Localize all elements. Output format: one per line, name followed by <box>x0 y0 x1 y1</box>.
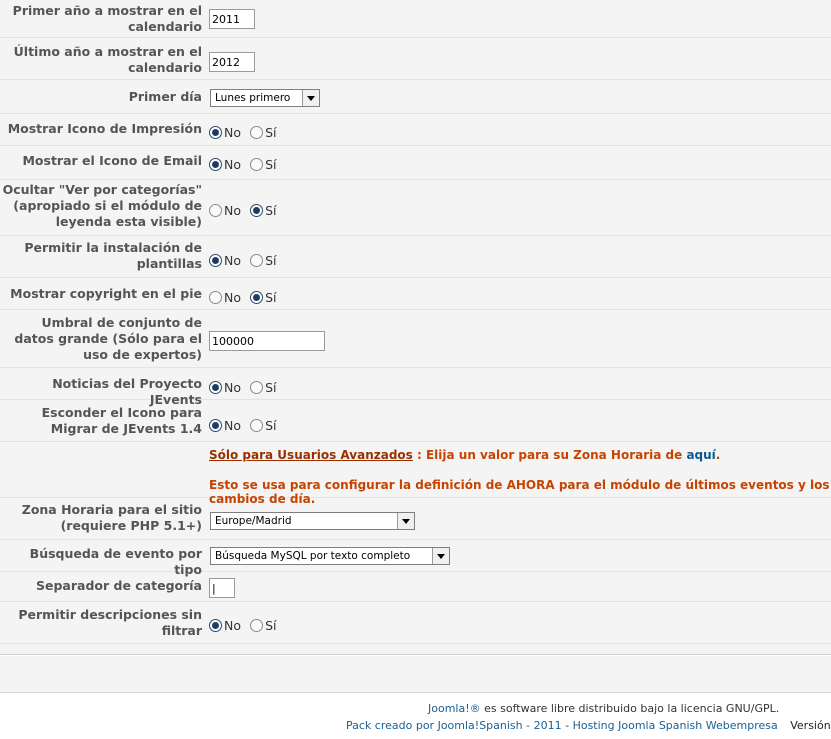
row-print-icon: Mostrar Icono de Impresión No Sí <box>0 114 831 146</box>
unfiltered-desc-label: Permitir descripciones sin filtrar <box>18 607 202 638</box>
large-dataset-input[interactable] <box>209 331 325 351</box>
hide-categories-yes-label: Sí <box>265 203 277 218</box>
print-icon-yes-label: Sí <box>265 125 277 140</box>
large-dataset-label: Umbral de conjunto de datos grande (Sólo… <box>14 315 202 362</box>
template-install-label: Permitir la instalación de plantillas <box>24 240 202 271</box>
copyright-footer-label: Mostrar copyright en el pie <box>10 286 202 301</box>
hide-migrate-yes-label: Sí <box>265 418 277 433</box>
unfiltered-desc-yes-label: Sí <box>265 618 277 633</box>
timezone-notice-end: . <box>715 448 721 462</box>
version-text: Versión 1.7.2 <box>790 719 831 732</box>
row-template-install: Permitir la instalación de plantillas No… <box>0 236 831 278</box>
chevron-down-icon[interactable] <box>397 513 414 529</box>
divider <box>0 654 831 656</box>
template-install-yes-label: Sí <box>265 253 277 268</box>
joomla-link[interactable]: Joomla!® <box>428 702 481 715</box>
email-icon-no-radio[interactable] <box>209 158 222 171</box>
hide-categories-yes-radio[interactable] <box>250 204 264 217</box>
email-icon-radios: No Sí <box>209 154 281 173</box>
license-line: Joomla!® es software libre distribuido b… <box>428 702 779 715</box>
category-separator-label: Separador de categoría <box>35 578 202 593</box>
copyright-footer-yes-label: Sí <box>265 290 277 305</box>
row-email-icon: Mostrar el Icono de Email No Sí <box>0 146 831 180</box>
timezone-label: Zona Horaria para el sitio (requiere PHP… <box>21 502 202 533</box>
chevron-down-icon[interactable] <box>302 90 319 106</box>
print-icon-no-label: No <box>224 125 241 140</box>
email-icon-yes-radio[interactable] <box>250 158 264 171</box>
print-icon-label: Mostrar Icono de Impresión <box>7 121 202 136</box>
hide-categories-no-label: No <box>224 203 241 218</box>
row-large-dataset: Umbral de conjunto de datos grande (Sólo… <box>0 310 831 368</box>
last-year-label: Último año a mostrar en el calendario <box>13 44 202 75</box>
template-install-radios: No Sí <box>209 250 281 269</box>
copyright-footer-no-label: No <box>224 290 241 305</box>
project-news-yes-radio[interactable] <box>250 381 264 394</box>
project-news-no-label: No <box>224 380 241 395</box>
row-hide-categories: Ocultar "Ver por categorías" (apropiado … <box>0 180 831 236</box>
timezone-select[interactable]: Europe/Madrid <box>210 512 415 530</box>
email-icon-label: Mostrar el Icono de Email <box>22 153 202 168</box>
hide-categories-radios: No Sí <box>209 200 281 219</box>
project-news-no-radio[interactable] <box>209 381 222 394</box>
search-type-value: Búsqueda MySQL por texto completo <box>215 550 411 562</box>
timezone-notice-text: : Elija un valor para su Zona Horaria de <box>412 448 687 462</box>
timezone-link[interactable]: aquí <box>686 448 715 462</box>
unfiltered-desc-no-label: No <box>224 618 241 633</box>
project-news-radios: No Sí <box>209 377 281 396</box>
row-last-year: Último año a mostrar en el calendario <box>0 38 831 80</box>
email-icon-no-label: No <box>224 157 241 172</box>
chevron-down-icon[interactable] <box>432 548 449 564</box>
last-year-input[interactable] <box>209 52 255 72</box>
first-day-label: Primer día <box>128 89 202 104</box>
first-year-input[interactable] <box>209 9 255 29</box>
hide-migrate-no-radio[interactable] <box>209 419 222 432</box>
print-icon-radios: No Sí <box>209 122 281 141</box>
hide-categories-label: Ocultar "Ver por categorías" (apropiado … <box>2 182 202 229</box>
first-year-label: Primer año a mostrar en el calendario <box>12 3 202 34</box>
template-install-yes-radio[interactable] <box>250 254 264 267</box>
hide-migrate-yes-radio[interactable] <box>250 419 264 432</box>
credits-line: Pack creado por Joomla!Spanish - 2011 - … <box>346 719 831 732</box>
copyright-footer-radios: No Sí <box>209 287 281 306</box>
category-separator-input[interactable] <box>209 578 235 598</box>
row-first-day: Primer día Lunes primero <box>0 80 831 114</box>
row-category-separator: Separador de categoría <box>0 572 831 602</box>
print-icon-no-radio[interactable] <box>209 126 222 139</box>
hide-categories-no-radio[interactable] <box>209 204 222 217</box>
row-timezone: Zona Horaria para el sitio (requiere PHP… <box>0 498 831 540</box>
advanced-users-text: Sólo para Usuarios Avanzados <box>209 448 413 462</box>
email-icon-yes-label: Sí <box>265 157 277 172</box>
footer: Joomla!® es software libre distribuido b… <box>0 692 831 739</box>
project-news-yes-label: Sí <box>265 380 277 395</box>
row-timezone-notice: Sólo para Usuarios Avanzados : Elija un … <box>0 442 831 506</box>
row-search-type: Búsqueda de evento por tipo Búsqueda MyS… <box>0 540 831 577</box>
first-day-value: Lunes primero <box>215 92 291 104</box>
row-hide-migrate: Esconder el Icono para Migrar de JEvents… <box>0 400 831 442</box>
timezone-notice-line: Sólo para Usuarios Avanzados : Elija un … <box>209 448 720 462</box>
pack-link[interactable]: Pack creado por Joomla!Spanish - 2011 <box>346 719 562 732</box>
search-type-select[interactable]: Búsqueda MySQL por texto completo <box>210 547 450 565</box>
copyright-footer-no-radio[interactable] <box>209 291 222 304</box>
license-text: es software libre distribuido bajo la li… <box>480 702 780 715</box>
unfiltered-desc-yes-radio[interactable] <box>250 619 264 632</box>
row-unfiltered-desc: Permitir descripciones sin filtrar No Sí <box>0 602 831 644</box>
template-install-no-label: No <box>224 253 241 268</box>
hide-migrate-radios: No Sí <box>209 415 281 434</box>
row-first-year: Primer año a mostrar en el calendario <box>0 0 831 38</box>
credits-sep: - <box>561 719 573 732</box>
row-project-news: Noticias del Proyecto JEvents No Sí <box>0 368 831 407</box>
copyright-footer-yes-radio[interactable] <box>250 291 264 304</box>
print-icon-yes-radio[interactable] <box>250 126 264 139</box>
hosting-link[interactable]: Hosting Joomla Spanish Webempresa <box>573 719 778 732</box>
unfiltered-desc-no-radio[interactable] <box>209 619 222 632</box>
template-install-no-radio[interactable] <box>209 254 222 267</box>
first-day-select[interactable]: Lunes primero <box>210 89 320 107</box>
hide-migrate-no-label: No <box>224 418 241 433</box>
timezone-value: Europe/Madrid <box>215 515 292 527</box>
unfiltered-desc-radios: No Sí <box>209 615 281 634</box>
row-copyright-footer: Mostrar copyright en el pie No Sí <box>0 278 831 310</box>
hide-migrate-label: Esconder el Icono para Migrar de JEvents… <box>41 405 202 436</box>
